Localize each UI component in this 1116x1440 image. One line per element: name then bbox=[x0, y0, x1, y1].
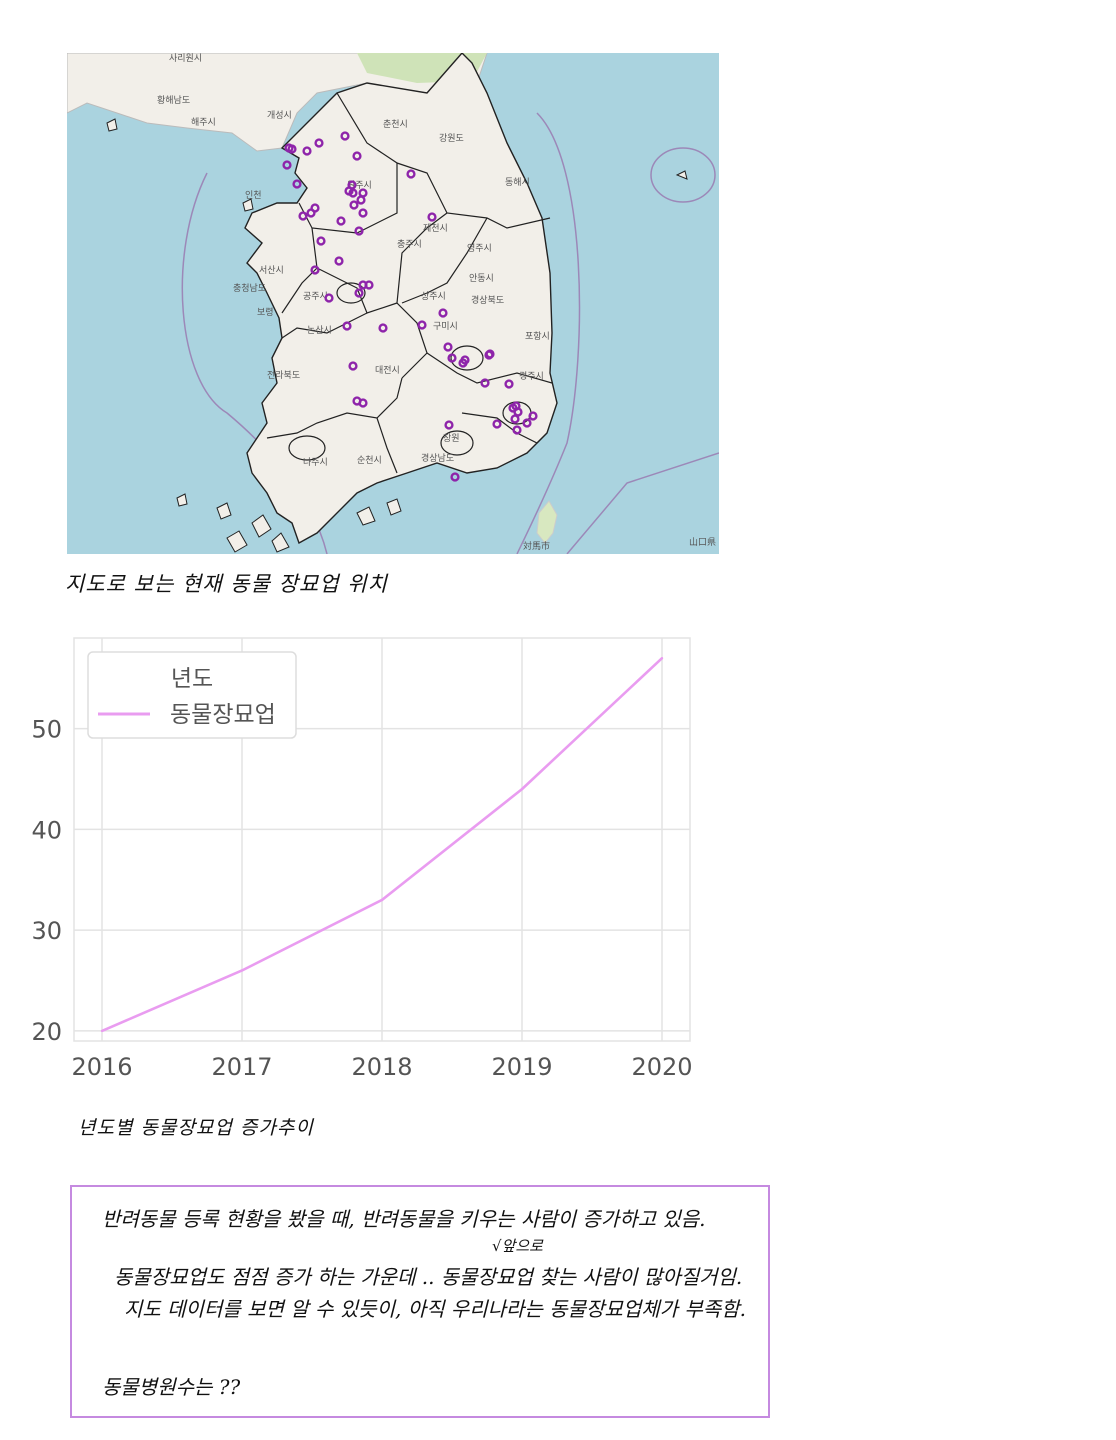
location-marker bbox=[282, 160, 292, 170]
data-point bbox=[520, 787, 524, 791]
chart-caption: 년도별 동물장묘업 증가추이 bbox=[78, 1117, 314, 1139]
note-line: 지도 데이터를 보면 알 수 있듯이, 아직 우리나라는 동물장묘업체가 부족함… bbox=[124, 1297, 746, 1321]
korea-map: 사리원시 황해남도 해주시 개성시 인천 춘천시 강원도 동해시 원주시 제천시… bbox=[67, 53, 719, 554]
map-label: 논산시 bbox=[307, 325, 332, 336]
map-label: 山口県 bbox=[689, 537, 716, 548]
map-label: 안동시 bbox=[469, 273, 494, 284]
small-island bbox=[106, 118, 118, 132]
data-point bbox=[100, 1029, 104, 1033]
notes-box: 반려동물 등록 현황을 봤을 때, 반려동물을 키우는 사람이 증가하고 있음.… bbox=[70, 1185, 770, 1418]
map-label: 보령 bbox=[257, 306, 274, 318]
map-label: 해주시 bbox=[191, 117, 216, 128]
x-tick-label: 2020 bbox=[631, 1053, 692, 1081]
map-label: 황해남도 bbox=[157, 95, 190, 106]
map-label: 対馬市 bbox=[523, 540, 550, 552]
data-point bbox=[380, 898, 384, 902]
map-label: 상주시 bbox=[421, 291, 446, 302]
map-label: 경주시 bbox=[519, 370, 544, 382]
y-tick-label: 50 bbox=[31, 716, 62, 744]
map-label: 개성시 bbox=[267, 110, 292, 121]
y-tick-label: 20 bbox=[31, 1018, 62, 1046]
note-insertion: √앞으로 bbox=[492, 1237, 543, 1255]
note-line: 동물병원수는 ?? bbox=[102, 1375, 241, 1399]
map-label: 나주시 bbox=[303, 457, 328, 468]
map-label: 경상북도 bbox=[471, 294, 504, 306]
legend-label: 동물장묘업 bbox=[170, 702, 276, 728]
map-label: 대전시 bbox=[375, 365, 400, 376]
map-label: 동해시 bbox=[505, 177, 530, 188]
x-tick-label: 2016 bbox=[71, 1053, 132, 1081]
map-label: 충청남도 bbox=[233, 283, 266, 294]
y-tick-label: 40 bbox=[31, 816, 62, 844]
map-label: 충주시 bbox=[397, 239, 422, 250]
dokdo-island bbox=[675, 170, 688, 180]
map-label: 구미시 bbox=[433, 321, 458, 332]
note-line: 반려동물 등록 현황을 봤을 때, 반려동물을 키우는 사람이 증가하고 있음. bbox=[102, 1207, 706, 1231]
map-label: 창원 bbox=[443, 433, 460, 444]
map-label: 제천시 bbox=[423, 223, 448, 234]
x-axis: 2016 2017 2018 2019 2020 bbox=[71, 1053, 692, 1081]
map-label: 사리원시 bbox=[169, 53, 202, 64]
x-tick-label: 2019 bbox=[491, 1053, 552, 1081]
map-label: 공주시 bbox=[303, 291, 328, 302]
y-axis: 20 30 40 50 bbox=[31, 716, 62, 1046]
tsushima-island bbox=[536, 500, 558, 544]
note-line: 동물장묘업도 점점 증가 하는 가운데 .. 동물장묘업 찾는 사람이 많아질거… bbox=[114, 1265, 743, 1289]
data-point bbox=[660, 656, 664, 660]
map-label: 전라북도 bbox=[267, 370, 300, 381]
map-label: 춘천시 bbox=[383, 119, 408, 130]
line-chart: 20 30 40 50 2016 2017 2018 2019 2020 년도 동물장묘업 bbox=[20, 628, 710, 1088]
chart-canvas: 20 30 40 50 2016 2017 2018 2019 2020 년도 동물장묘업 bbox=[31, 637, 693, 1081]
x-tick-label: 2017 bbox=[211, 1053, 272, 1081]
map-canvas: 사리원시 황해남도 해주시 개성시 인천 춘천시 강원도 동해시 원주시 제천시… bbox=[67, 53, 719, 554]
map-caption: 지도로 보는 현재 동물 장묘업 위치 bbox=[65, 572, 388, 596]
location-marker bbox=[292, 179, 302, 189]
legend: 년도 동물장묘업 bbox=[87, 651, 297, 739]
map-label: 포항시 bbox=[525, 331, 550, 342]
map-label: 영주시 bbox=[467, 243, 492, 254]
map-label: 인천 bbox=[245, 190, 262, 201]
y-tick-label: 30 bbox=[31, 917, 62, 945]
map-label: 서산시 bbox=[259, 265, 284, 276]
x-tick-label: 2018 bbox=[351, 1053, 412, 1081]
map-label: 강원도 bbox=[439, 133, 464, 144]
map-label: 경상남도 bbox=[421, 452, 454, 464]
legend-title: 년도 bbox=[171, 666, 213, 692]
location-marker bbox=[450, 472, 460, 482]
map-label: 순천시 bbox=[357, 455, 382, 466]
data-point bbox=[240, 969, 244, 972]
